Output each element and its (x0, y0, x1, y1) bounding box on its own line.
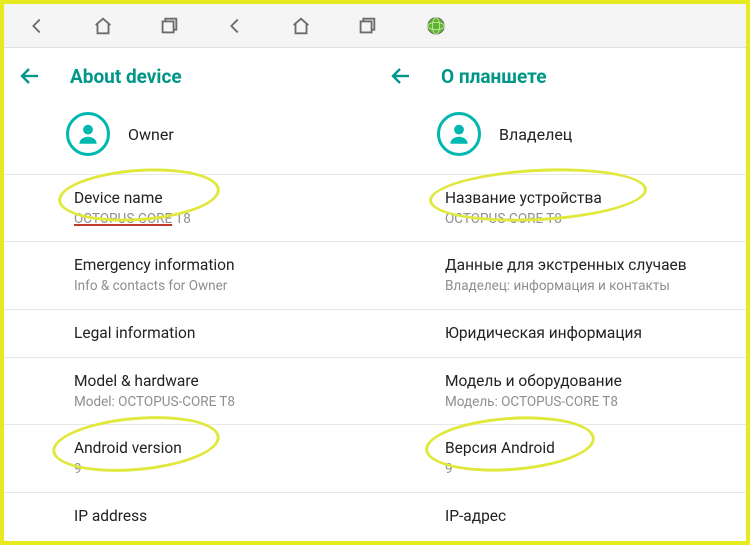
item-subtitle: OCTOPUS-CORE T8 (74, 211, 375, 229)
panel-header: About device (4, 48, 375, 104)
item-title: Android version (74, 438, 375, 459)
nav-back-icon[interactable] (216, 7, 254, 45)
item-title: IP address (74, 506, 375, 527)
item-title: Название устройства (445, 188, 746, 209)
settings-item[interactable]: IP address (4, 493, 375, 540)
panel-header: О планшете (375, 48, 746, 104)
settings-list: Device name OCTOPUS-CORE T8 Emergency info… (4, 175, 375, 540)
nav-home-icon[interactable] (282, 7, 320, 45)
settings-item[interactable]: IP-адрес (375, 493, 746, 540)
settings-list: Название устройства OCTOPUS-CORE T8 Данные… (375, 175, 746, 540)
item-title: Данные для экстренных случаев (445, 255, 746, 276)
settings-item[interactable]: Модель и оборудование Модель: OCTOPUS-COR… (375, 358, 746, 424)
settings-item[interactable]: Emergency information Info & contacts for… (4, 242, 375, 308)
owner-row[interactable]: Owner (4, 104, 375, 174)
settings-item[interactable]: Юридическая информация (375, 310, 746, 357)
item-title: Юридическая информация (445, 323, 746, 344)
owner-label: Owner (128, 125, 174, 144)
system-toolbar (4, 4, 746, 48)
page-title: О планшете (441, 65, 546, 88)
item-title: Device name (74, 188, 375, 209)
settings-item[interactable]: Device name OCTOPUS-CORE T8 (4, 175, 375, 241)
item-title: Модель и оборудование (445, 371, 746, 392)
item-title: Emergency information (74, 255, 375, 276)
globe-icon[interactable] (414, 7, 452, 45)
page-title: About device (70, 65, 182, 88)
settings-item[interactable]: Legal information (4, 310, 375, 357)
item-subtitle: Модель: OCTOPUS-CORE T8 (445, 394, 746, 412)
back-arrow-icon[interactable] (18, 64, 42, 88)
item-title: Legal information (74, 323, 375, 344)
nav-recent-icon[interactable] (150, 7, 188, 45)
avatar-icon (437, 112, 481, 156)
nav-recent-icon[interactable] (348, 7, 386, 45)
item-subtitle: 9 (445, 461, 746, 479)
back-arrow-icon[interactable] (389, 64, 413, 88)
settings-item[interactable]: Android version 9 (4, 425, 375, 491)
nav-back-icon[interactable] (18, 7, 56, 45)
item-title: Model & hardware (74, 371, 375, 392)
owner-label: Владелец (499, 125, 572, 144)
settings-item[interactable]: Версия Android 9 (375, 425, 746, 491)
item-subtitle: Model: OCTOPUS-CORE T8 (74, 394, 375, 412)
settings-item[interactable]: Название устройства OCTOPUS-CORE T8 (375, 175, 746, 241)
item-subtitle: OCTOPUS-CORE T8 (445, 211, 746, 229)
owner-row[interactable]: Владелец (375, 104, 746, 174)
settings-item[interactable]: Данные для экстренных случаев Владелец: и… (375, 242, 746, 308)
item-subtitle: 9 (74, 461, 375, 479)
avatar-icon (66, 112, 110, 156)
about-device-panel-en: About device Owner Device name OCTOPUS-CO… (4, 48, 375, 541)
item-subtitle: Владелец: информация и контакты (445, 278, 746, 296)
item-subtitle: Info & contacts for Owner (74, 278, 375, 296)
about-device-panel-ru: О планшете Владелец Название устройства O… (375, 48, 746, 541)
nav-home-icon[interactable] (84, 7, 122, 45)
item-title: IP-адрес (445, 506, 746, 527)
item-title: Версия Android (445, 438, 746, 459)
settings-item[interactable]: Model & hardware Model: OCTOPUS-CORE T8 (4, 358, 375, 424)
